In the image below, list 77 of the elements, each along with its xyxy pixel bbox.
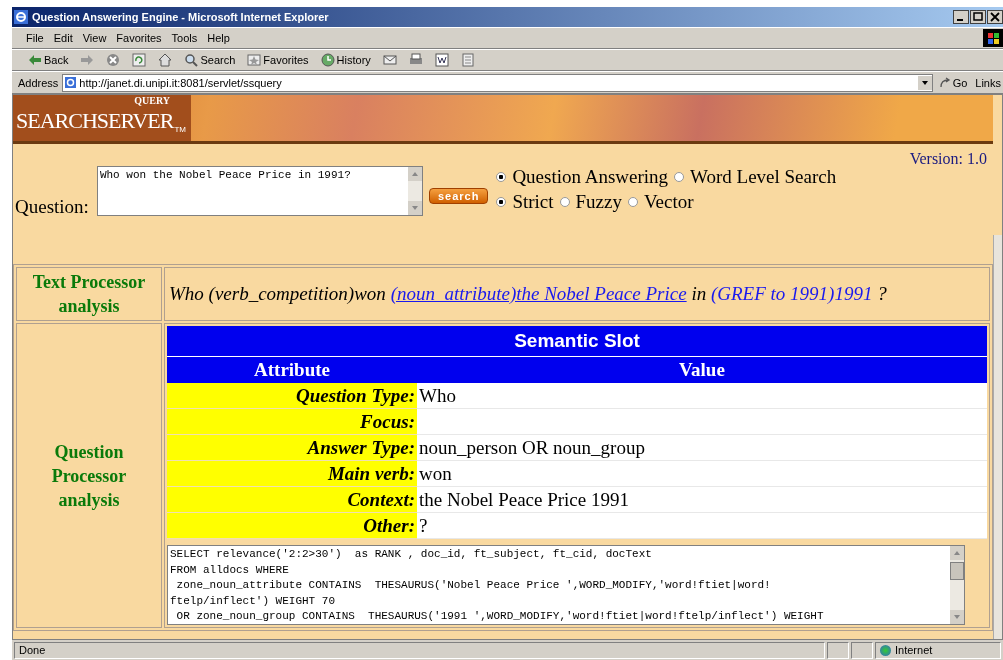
- attribute-cell: Context:: [167, 487, 417, 513]
- column-header: Attribute: [167, 356, 417, 383]
- mode-radio[interactable]: Word Level Search: [674, 166, 837, 188]
- matching-radio[interactable]: Fuzzy: [559, 191, 622, 213]
- windows-flag-icon: [983, 29, 1003, 47]
- go-button[interactable]: Go: [936, 76, 970, 89]
- right-arrow-icon: [80, 53, 95, 67]
- envelope-icon: [382, 53, 397, 67]
- attribute-cell: Answer Type:: [167, 435, 417, 461]
- document-icon: [434, 53, 449, 67]
- favorites-button[interactable]: Favorites: [245, 53, 311, 67]
- attribute-cell: Other:: [167, 513, 417, 539]
- attribute-cell: Question Type:: [167, 383, 417, 409]
- menu-item[interactable]: View: [82, 32, 107, 44]
- scroll-down-button[interactable]: [407, 201, 422, 215]
- question-field[interactable]: Who won the Nobel Peace Price in 1991?: [96, 166, 423, 216]
- menu-item[interactable]: Help: [207, 32, 230, 44]
- attribute-cell: Main verb:: [167, 461, 417, 487]
- links-button[interactable]: Links: [973, 76, 1003, 89]
- status-panel: [851, 641, 873, 659]
- window-title: Question Answering Engine - Microsoft Internet Explorer: [32, 11, 330, 23]
- left-arrow-icon: [28, 53, 42, 67]
- minimize-button[interactable]: [953, 10, 969, 24]
- history-button[interactable]: History: [318, 53, 373, 67]
- scrollbar[interactable]: [950, 546, 964, 624]
- maximize-button[interactable]: [970, 10, 986, 24]
- zone-text: Internet: [875, 641, 1001, 659]
- address-label: Address: [18, 76, 59, 89]
- go-arrow-icon: [938, 76, 951, 89]
- analysis-link[interactable]: (noun_attribute)the Nobel Peace Price: [390, 283, 687, 304]
- search-button[interactable]: Search: [182, 53, 238, 67]
- value-cell: noun_person OR noun_group: [417, 435, 987, 461]
- section-heading: Text Processor analysis: [16, 267, 162, 321]
- home-icon: [158, 53, 173, 67]
- status-text: Done: [14, 641, 825, 659]
- scrollbar[interactable]: [407, 167, 422, 215]
- question-label: Question:: [15, 196, 89, 218]
- page-icon: [460, 53, 475, 67]
- page-icon: [65, 77, 77, 88]
- matching-radio[interactable]: Strict: [496, 191, 554, 213]
- value-cell: won: [417, 461, 987, 487]
- mail-button[interactable]: [380, 53, 399, 67]
- scroll-down-button[interactable]: [950, 610, 964, 624]
- search-icon: [184, 53, 199, 67]
- sql-query-field[interactable]: SELECT relevance('2:2>30') as RANK , doc_id, ft_subject, ft_cid, docText FROM alldocs WHERE zone_noun_attribute CONTAINS THESAURUS('Nobel Peace Price ',WORD_MODIFY,'word!ftiet|word! ftelp/inflect') WEIGHT 70 OR zone_noun_group CONTAINS THESAURUS('1991 ',WORD_MODIFY,'word!ftiet|word!ftelp/inflect') WEIGHT: [167, 545, 965, 625]
- value-cell: Who: [417, 383, 987, 409]
- back-button[interactable]: Back: [26, 53, 71, 67]
- printer-icon: [408, 53, 423, 67]
- dropdown-button[interactable]: [917, 75, 932, 90]
- column-header: Value: [417, 356, 987, 383]
- scroll-thumb[interactable]: [950, 562, 964, 580]
- address-field[interactable]: http://janet.di.unipi.it:8081/servlet/ssquery: [62, 73, 933, 92]
- analysis-text: Who (verb_competition)won (noun_attribute)the Nobel Peace Price in (GREF to 1991)1991 ?: [169, 283, 887, 304]
- page-scrollbar[interactable]: [993, 235, 1002, 639]
- version-text: Version: 1.0: [909, 150, 987, 168]
- value-cell: ?: [417, 513, 987, 539]
- table-title: Semantic Slot: [167, 326, 987, 356]
- close-button[interactable]: [987, 10, 1003, 24]
- refresh-button[interactable]: [130, 53, 149, 67]
- browser-icon: [14, 10, 28, 24]
- edit-button[interactable]: [432, 53, 451, 67]
- section-heading: Question Processor analysis: [16, 323, 162, 628]
- menu-item[interactable]: Favorites: [116, 32, 162, 44]
- value-cell: the Nobel Peace Price 1991: [417, 487, 987, 513]
- menu-item[interactable]: Edit: [53, 32, 73, 44]
- status-panel: [827, 641, 849, 659]
- attribute-cell: Focus:: [167, 409, 417, 435]
- scroll-up-button[interactable]: [407, 167, 422, 181]
- scroll-up-button[interactable]: [950, 546, 964, 560]
- refresh-icon: [132, 53, 147, 67]
- stop-icon: [106, 53, 121, 67]
- clock-icon: [320, 53, 335, 67]
- star-icon: [247, 53, 262, 67]
- menu-item[interactable]: File: [26, 32, 44, 44]
- menu-item[interactable]: Tools: [171, 32, 198, 44]
- matching-radio[interactable]: Vector: [628, 191, 694, 213]
- mode-radio[interactable]: Question Answering: [496, 166, 669, 188]
